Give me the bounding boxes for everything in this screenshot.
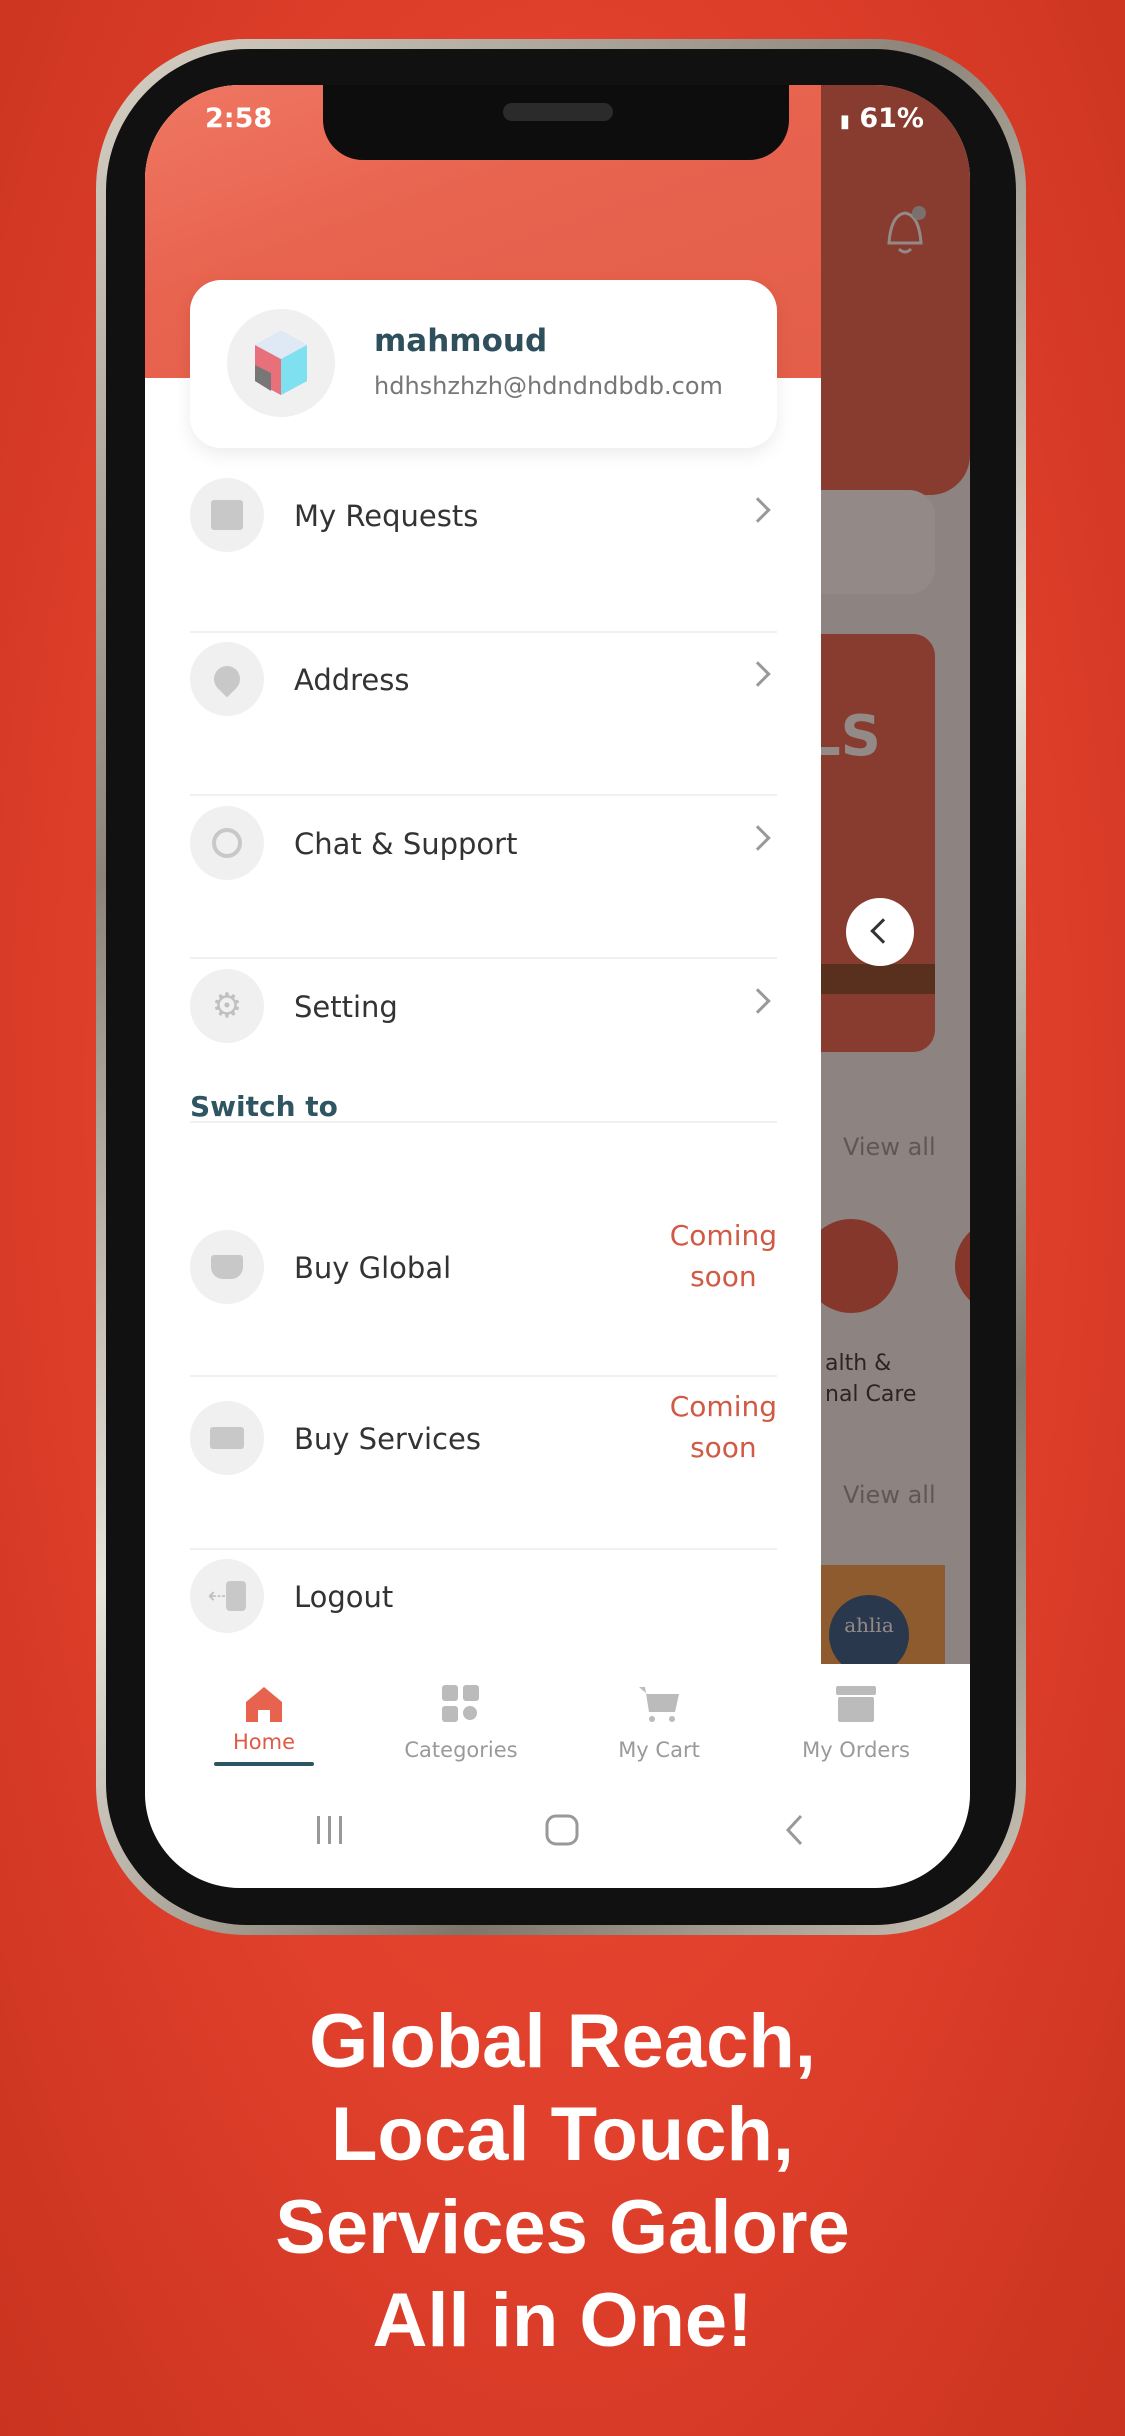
bottom-nav: Home Categories My Cart My Orders: [145, 1664, 970, 1888]
switch-to-heading: Switch to: [190, 1090, 338, 1123]
tab-my-orders[interactable]: My Orders: [766, 1684, 946, 1762]
close-drawer-button[interactable]: [846, 898, 914, 966]
ship-icon: [190, 1230, 264, 1304]
switch-item-buy-services[interactable]: Buy Services Coming soon: [190, 1378, 777, 1498]
menu-item-label: Chat & Support: [294, 827, 518, 861]
status-battery: ▮ 61%: [840, 103, 924, 134]
logout-icon: ⇠: [190, 1559, 264, 1633]
location-icon: [190, 642, 264, 716]
menu-item-label: Buy Global: [294, 1251, 452, 1285]
profile-card[interactable]: mahmoud hdhshzhzh@hdndndbdb.com: [190, 280, 777, 448]
menu-item-my-requests[interactable]: My Requests: [190, 465, 777, 565]
menu-item-label: Address: [294, 663, 410, 697]
chat-icon: [190, 806, 264, 880]
tab-label: Categories: [404, 1738, 518, 1762]
home-icon: [246, 1687, 282, 1722]
home-system-button[interactable]: [545, 1814, 579, 1850]
cart-icon: [639, 1687, 679, 1722]
divider: [190, 1375, 777, 1377]
app-screen: LS View all alth & nal Care View all ahl…: [145, 85, 970, 1888]
back-system-button[interactable]: [783, 1814, 805, 1850]
coming-soon-badge: Coming soon: [669, 1219, 777, 1293]
chevron-right-icon: [745, 988, 771, 1014]
menu-item-label: Setting: [294, 990, 398, 1024]
active-tab-indicator: [214, 1762, 314, 1766]
tab-label: My Cart: [618, 1738, 700, 1762]
chevron-right-icon: [745, 497, 771, 523]
chevron-right-icon: [745, 661, 771, 687]
coming-soon-badge: Coming soon: [669, 1390, 777, 1464]
logout-label: Logout: [294, 1580, 394, 1614]
chevron-right-icon: [745, 825, 771, 851]
menu-item-address[interactable]: Address: [190, 629, 777, 729]
profile-email: hdhshzhzh@hdndndbdb.com: [374, 372, 723, 400]
tab-home[interactable]: Home: [174, 1684, 354, 1766]
camera-notch: [323, 85, 789, 160]
box-icon: [836, 1686, 876, 1722]
grid-icon: [442, 1685, 479, 1722]
menu-item-label: My Requests: [294, 499, 479, 533]
tab-label: Home: [232, 1730, 295, 1754]
switch-item-buy-global[interactable]: Buy Global Coming soon: [190, 1207, 777, 1327]
gear-icon: ⚙: [190, 969, 264, 1043]
box-icon: [190, 478, 264, 552]
promo-caption: Global Reach, Local Touch, Services Galore…: [275, 1999, 850, 2363]
tab-my-cart[interactable]: My Cart: [569, 1684, 749, 1762]
tab-label: My Orders: [802, 1738, 910, 1762]
menu-item-chat-support[interactable]: Chat & Support: [190, 793, 777, 893]
menu-item-label: Buy Services: [294, 1422, 481, 1456]
avatar: [227, 309, 335, 417]
side-drawer: mahmoud hdhshzhzh@hdndndbdb.com My Reque…: [145, 85, 821, 1664]
status-time: 2:58: [205, 103, 273, 134]
recent-apps-button[interactable]: [315, 1814, 345, 1850]
logout-button[interactable]: ⇠ Logout: [190, 1546, 777, 1646]
menu-item-setting[interactable]: ⚙ Setting: [190, 956, 777, 1056]
delivery-icon: [190, 1401, 264, 1475]
profile-name: mahmoud: [374, 323, 548, 359]
tab-categories[interactable]: Categories: [371, 1684, 551, 1762]
